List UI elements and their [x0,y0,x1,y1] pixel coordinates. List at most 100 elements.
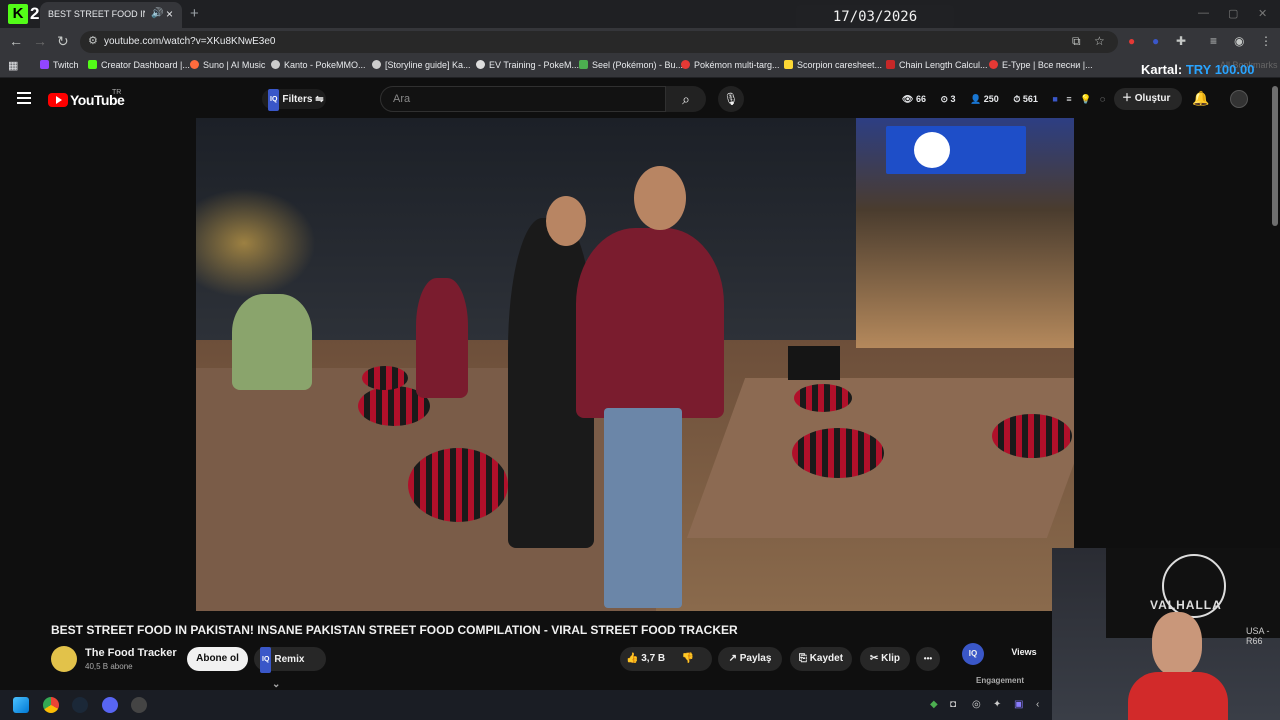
media-control-icon[interactable]: ≡ [1210,34,1217,48]
bookmark-kanto[interactable]: Kanto - PokeMMO... [271,60,366,70]
microphone-icon[interactable]: 🎙 [718,86,744,112]
tray-app-icon[interactable]: ◎ [972,699,981,710]
youtube-logo-icon[interactable] [48,93,68,107]
bookmark-scorpion-caresheet[interactable]: Scorpion caresheet... [784,60,882,70]
list-icon[interactable]: ≡ [1066,94,1071,104]
idea-icon[interactable]: 💡 [1080,94,1091,104]
plus-icon: ＋ [1122,93,1132,104]
share-icon: ↗ [728,653,737,664]
page-scrollbar[interactable] [1272,86,1278,226]
like-button[interactable]: 👍 3,7 B [626,653,665,664]
remix-button[interactable]: IQ Remix ⌄ [254,647,326,690]
discord-icon[interactable] [102,697,118,713]
kartal-value: TRY 100.00 [1185,62,1255,77]
notifications-bell-icon[interactable]: 🔔 [1192,90,1209,107]
kick-icon[interactable]: K [8,4,28,24]
profile-icon[interactable]: ◉ [1234,34,1244,48]
bookmark-icon: ⎘ [798,653,807,664]
tray-controller-icon[interactable]: ◘ [950,699,956,710]
channel-name[interactable]: The Food Tracker [85,647,177,659]
save-label: Kaydet [809,653,844,664]
extension-iq-icon[interactable]: ● [1152,34,1159,48]
clip-button[interactable]: ✂ Klip [860,647,910,671]
share-button[interactable]: ↗ Paylaş [718,647,782,671]
maximize-icon[interactable]: ▢ [1228,7,1238,20]
bookmark-chain-length[interactable]: Chain Length Calcul... [886,60,988,70]
iq-icon: IQ [260,647,272,673]
streamer-body [1128,672,1228,720]
new-tab-icon[interactable]: + [190,5,199,22]
video-frame-person [232,294,312,390]
speaker-icon[interactable]: 🔊 [151,8,163,19]
iq-extension-icon[interactable]: ■ [1052,94,1057,104]
video-frame-person-head [546,196,586,246]
iq-panel-icon[interactable]: IQ [962,643,984,665]
ev-training-icon [476,60,485,69]
reload-icon[interactable]: ↻ [57,33,69,50]
video-frame-cushion [408,448,508,522]
account-avatar[interactable] [1230,90,1248,108]
pepsi-logo-icon [914,132,950,168]
menu-dots-icon[interactable]: ⋮ [1260,34,1272,48]
bookmark-storyline-guide[interactable]: [Storyline guide] Ka... [372,60,471,70]
tab-count: 2 [30,4,40,23]
apps-grid-icon[interactable]: ▦ [8,59,18,72]
install-icon[interactable]: ⧉ [1072,34,1081,49]
extension-icon[interactable]: ● [1128,34,1135,48]
save-button[interactable]: ⎘ Kaydet [790,647,852,671]
site-info-icon[interactable]: ⚙ [88,34,98,47]
pokeball-icon [681,60,690,69]
engagement-label[interactable]: Engagement [976,676,1024,685]
views-tab[interactable]: Views [998,647,1050,661]
hamburger-menu-icon[interactable] [17,92,31,107]
bookmark-pokemon-multi-target[interactable]: Pokémon multi-targ... [681,60,780,70]
back-icon[interactable]: ← [9,33,23,49]
chevron-down-icon: ⌄ [272,679,281,690]
bookmark-creator-dashboard[interactable]: Creator Dashboard |... [88,60,190,70]
search-icon[interactable]: ⌕ [666,86,706,112]
bookmark-suno[interactable]: Suno | AI Music [190,60,265,70]
obs-icon[interactable] [131,697,147,713]
window-close-icon[interactable]: ✕ [1258,7,1267,20]
share-label: Paylaş [739,653,772,664]
extensions-puzzle-icon[interactable]: ✚ [1176,34,1186,48]
more-actions-button[interactable]: ••• [916,647,940,671]
streamer [1128,612,1228,720]
channel-avatar[interactable] [51,646,77,672]
chrome-icon[interactable] [43,697,59,713]
subscribe-button[interactable]: Abone ol [187,647,248,671]
bookmark-seel[interactable]: Seel (Pokémon) - Bu... [579,60,683,70]
clip-label: Klip [881,653,901,664]
video-frame-person [576,228,724,418]
bookmark-ev-training[interactable]: EV Training - PokeM... [476,60,579,70]
kick-favicon [88,60,97,69]
search-input[interactable]: Ara [380,86,666,112]
tray-app-icon[interactable]: ▣ [1014,699,1023,710]
tray-chevron-icon[interactable]: ‹ [1036,699,1039,710]
like-dislike-group: 👍 3,7 B 👎 [620,647,712,671]
video-frame-cushion [362,366,408,390]
bookmark-star-icon[interactable]: ☆ [1094,34,1105,48]
minimize-icon[interactable]: — [1198,7,1209,19]
active-tab[interactable]: BEST STREET FOOD IN PAKI 🔊 × [40,2,182,28]
tray-app-icon[interactable]: ◆ [930,699,938,710]
windows-start-icon[interactable] [13,697,29,713]
bulbapedia-icon [579,60,588,69]
create-button[interactable]: ＋ Oluştur [1114,88,1182,110]
address-bar[interactable]: ⚙ youtube.com/watch?v=XKu8KNwE3e0 ⧉ ☆ [80,31,1118,53]
scorpion-icon [784,60,793,69]
video-frame-person-legs [604,408,682,608]
filters-button[interactable]: IQ Filters ⇋ [262,89,326,111]
url-text[interactable]: youtube.com/watch?v=XKu8KNwE3e0 [104,36,276,47]
bookmark-twitch[interactable]: Twitch [40,60,79,70]
forward-icon[interactable]: → [33,33,47,49]
bookmark-e-type[interactable]: E-Type | Все песни |... [989,60,1093,70]
tray-app-icon[interactable]: ✦ [993,699,1001,710]
dislike-icon[interactable]: 👎 [682,653,694,664]
globe-icon [271,60,280,69]
video-player[interactable] [196,118,1074,611]
iq-icon: IQ [268,89,280,111]
steam-icon[interactable] [72,697,88,713]
chat-icon[interactable]: ◌ [1100,94,1105,104]
close-icon[interactable]: × [166,7,173,21]
